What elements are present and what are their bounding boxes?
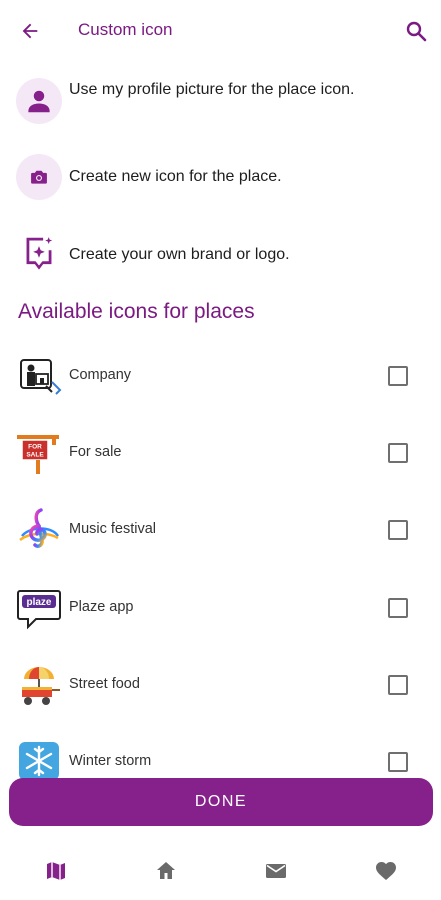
nav-map[interactable] — [41, 856, 71, 886]
nav-mail[interactable] — [261, 856, 291, 886]
heart-icon — [376, 862, 396, 880]
person-icon — [28, 90, 50, 113]
checkbox-street-food[interactable] — [388, 675, 408, 695]
checkbox-for-sale[interactable] — [388, 443, 408, 463]
option-label: Create new icon for the place. — [69, 168, 282, 185]
list-item-company[interactable]: Company — [0, 346, 441, 406]
page-title: Custom icon — [78, 20, 173, 39]
svg-text:SALE: SALE — [26, 452, 44, 459]
checkbox-plaze-app[interactable] — [388, 598, 408, 618]
nav-home[interactable] — [151, 856, 181, 886]
place-label: Plaze app — [69, 599, 134, 615]
back-button[interactable] — [14, 16, 46, 46]
option-create-icon[interactable]: Create new icon for the place. — [0, 152, 441, 204]
treble-clef-icon — [19, 508, 60, 548]
place-label: For sale — [69, 444, 122, 460]
camera-icon-wrap — [16, 154, 62, 200]
company-icon — [20, 359, 62, 395]
place-label: Company — [69, 367, 132, 383]
option-brand-logo[interactable]: Create your own brand or logo. — [0, 230, 441, 278]
checkbox-music-festival[interactable] — [388, 520, 408, 540]
person-icon-wrap — [16, 78, 62, 124]
home-icon — [157, 862, 175, 879]
svg-text:FOR: FOR — [28, 444, 42, 451]
done-button[interactable]: DONE — [9, 778, 433, 826]
search-button[interactable] — [401, 16, 431, 46]
app-bar: Custom icon — [0, 0, 441, 62]
nav-favorites[interactable] — [371, 856, 401, 886]
option-label: Use my profile picture for the place ico… — [69, 81, 355, 98]
sparkle-frame-icon — [26, 237, 53, 270]
arrow-left-icon — [22, 23, 38, 39]
camera-icon — [31, 170, 47, 184]
map-icon — [47, 862, 65, 880]
svg-text:plaze: plaze — [26, 597, 51, 608]
place-label: Winter storm — [69, 753, 152, 769]
option-profile-picture[interactable]: Use my profile picture for the place ico… — [0, 74, 441, 130]
mail-icon — [266, 864, 286, 878]
option-label: Create your own brand or logo. — [69, 246, 290, 263]
sparkle-frame-icon-wrap — [18, 232, 60, 274]
for-sale-sign-icon: FOR SALE — [17, 435, 59, 474]
section-title: Available icons for places — [18, 300, 255, 323]
place-label: Street food — [69, 676, 140, 692]
food-cart-icon — [22, 667, 60, 705]
list-item-plaze-app[interactable]: plaze Plaze app — [0, 578, 441, 638]
place-label: Music festival — [69, 521, 157, 537]
checkbox-winter-storm[interactable] — [388, 752, 408, 772]
plaze-bubble-icon: plaze — [17, 590, 61, 630]
bottom-nav — [0, 838, 441, 900]
search-icon — [406, 21, 427, 42]
list-item-for-sale[interactable]: FOR SALE For sale — [0, 423, 441, 483]
list-item-street-food[interactable]: Street food — [0, 655, 441, 715]
list-item-music-festival[interactable]: Music festival — [0, 500, 441, 560]
checkbox-company[interactable] — [388, 366, 408, 386]
